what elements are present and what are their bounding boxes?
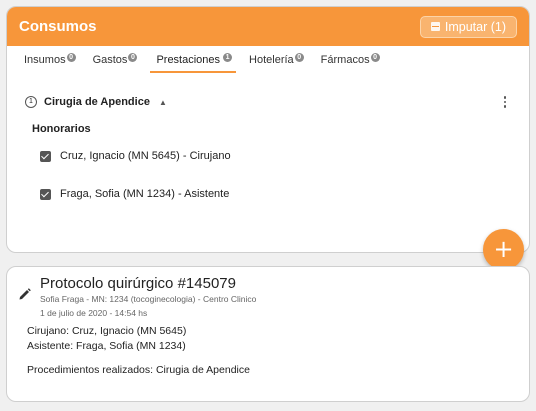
- tab-label: Gastos: [92, 54, 128, 66]
- tab-farmacos[interactable]: Fármacos 0: [320, 53, 380, 71]
- add-button[interactable]: +: [483, 229, 524, 270]
- consumos-tabs: Insumos 0 Gastos 0 Prestaciones 1 Hotelería…: [24, 53, 397, 73]
- tab-count-badge: 1: [223, 53, 233, 62]
- tab-count-badge: 0: [128, 53, 138, 62]
- protocolo-title: Protocolo quirúrgico #145079: [40, 275, 236, 292]
- pencil-icon: [18, 287, 32, 306]
- section-title: Cirugia de Apendice: [44, 96, 150, 108]
- protocolo-procedimientos: Procedimientos realizados: Cirugia de Ap…: [27, 364, 250, 376]
- protocolo-date: 1 de julio de 2020 - 14:54 hs: [40, 308, 148, 318]
- tab-hoteleria[interactable]: Hotelería 0: [249, 53, 304, 71]
- consumos-title: Consumos: [19, 18, 97, 35]
- tab-label: Hotelería: [249, 54, 294, 66]
- kebab-menu-icon[interactable]: [503, 96, 506, 108]
- tab-count-badge: 0: [66, 53, 76, 62]
- checkbox-checked-icon[interactable]: [40, 150, 51, 162]
- plus-icon: +: [493, 235, 514, 263]
- chevron-up-icon[interactable]: ▲: [159, 98, 167, 107]
- tab-label: Insumos: [24, 54, 66, 66]
- section-number: 1: [25, 96, 37, 108]
- tab-count-badge: 0: [294, 53, 304, 62]
- protocolo-author: Sofia Fraga - MN: 1234 (tocoginecologia)…: [40, 294, 257, 304]
- tab-gastos[interactable]: Gastos 0: [92, 53, 138, 71]
- tab-label: Fármacos: [320, 54, 370, 66]
- tab-prestaciones[interactable]: Prestaciones 1: [150, 53, 236, 73]
- protocolo-cirujano: Cirujano: Cruz, Ignacio (MN 5645): [27, 325, 187, 337]
- protocolo-asistente: Asistente: Fraga, Sofia (MN 1234): [27, 340, 186, 352]
- imputar-icon: [430, 22, 440, 31]
- tab-insumos[interactable]: Insumos 0: [24, 53, 76, 71]
- tab-count-badge: 0: [370, 53, 380, 62]
- imputar-button[interactable]: Imputar (1): [419, 15, 517, 38]
- protocolo-card: Protocolo quirúrgico #145079 Sofia Fraga…: [6, 266, 530, 402]
- group-label-honorarios: Honorarios: [32, 123, 91, 135]
- consumos-header: Consumos Imputar (1): [7, 7, 529, 46]
- tab-label: Prestaciones: [156, 54, 221, 66]
- checkbox-row[interactable]: Fraga, Sofia (MN 1234) - Asistente: [40, 188, 229, 200]
- section-cirugia[interactable]: 1 Cirugia de Apendice ▲: [25, 96, 167, 108]
- imputar-label: Imputar (1): [444, 19, 506, 34]
- checkbox-checked-icon[interactable]: [40, 188, 51, 200]
- checkbox-row[interactable]: Cruz, Ignacio (MN 5645) - Cirujano: [40, 150, 231, 162]
- consumos-card: Consumos Imputar (1) Insumos 0 Gastos 0 Pr…: [6, 6, 530, 253]
- checkbox-label: Cruz, Ignacio (MN 5645) - Cirujano: [60, 150, 231, 162]
- checkbox-label: Fraga, Sofia (MN 1234) - Asistente: [60, 188, 230, 200]
